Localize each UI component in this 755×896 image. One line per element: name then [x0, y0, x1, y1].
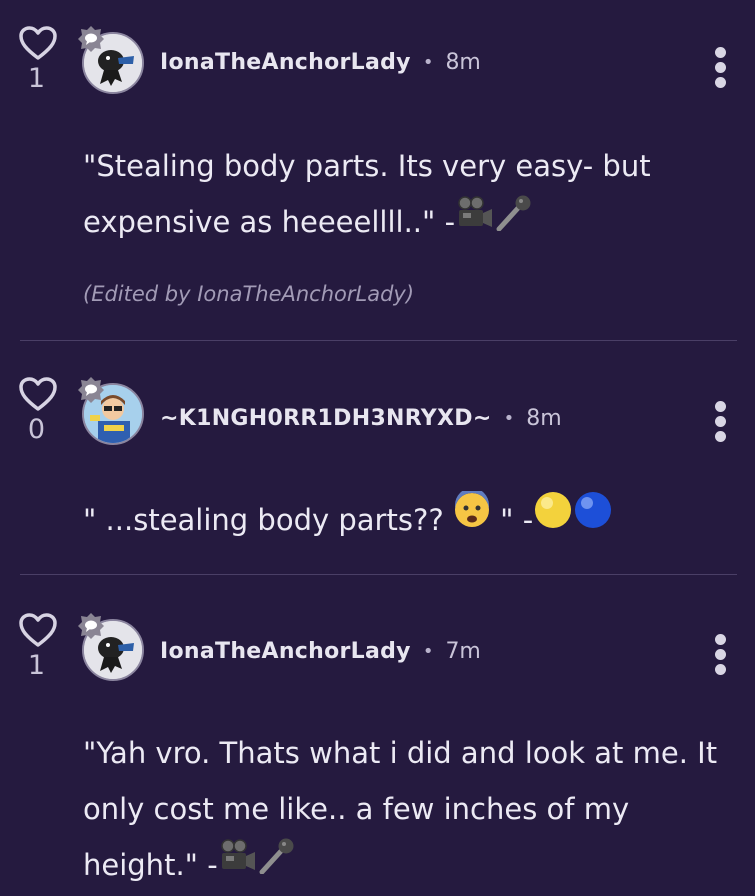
more-dot	[714, 62, 726, 73]
fearful-face-icon	[453, 488, 491, 547]
comment-body: "Stealing body parts. Its very easy- but…	[83, 138, 725, 250]
like-count: 1	[27, 63, 46, 94]
timestamp: 8m	[445, 50, 481, 75]
user-avatar[interactable]	[78, 613, 144, 681]
username[interactable]: IonaTheAnchorLady	[160, 639, 411, 664]
more-dot	[714, 431, 726, 442]
heart-icon[interactable]	[18, 376, 58, 412]
microphone-icon	[493, 193, 533, 249]
comment-body: " ...stealing body parts?? " -	[83, 488, 725, 548]
comment-header: IonaTheAnchorLady • 8m	[160, 50, 481, 75]
more-dot	[714, 77, 726, 88]
comment-text: " ...stealing body parts??	[83, 503, 453, 537]
vote-column: 1	[18, 25, 58, 94]
comment: 1 IonaTheAnchorLady • 7m "Yah vro. Thats	[0, 575, 755, 896]
timestamp: 7m	[445, 639, 481, 664]
comment-text: "Yah vro. Thats what i did and look at m…	[83, 736, 718, 882]
separator-dot: •	[422, 641, 434, 662]
vote-column: 0	[18, 376, 58, 445]
username[interactable]: ~K1NGH0RR1DH3NRYXD~	[160, 406, 492, 431]
edited-note: (Edited by IonaTheAnchorLady)	[83, 282, 415, 306]
separator-dot: •	[503, 408, 515, 429]
user-avatar[interactable]	[78, 377, 144, 445]
more-dot	[714, 416, 726, 427]
more-dot	[714, 634, 726, 645]
like-count: 1	[27, 650, 46, 681]
heart-icon[interactable]	[18, 25, 58, 61]
moderator-badge-icon	[78, 377, 104, 403]
more-options-button[interactable]	[713, 634, 727, 676]
vote-column: 1	[18, 612, 58, 681]
comment: 1 IonaTheAnchorLady • 8m "Stealing body …	[0, 0, 755, 341]
moderator-badge-icon	[78, 26, 104, 52]
moderator-badge-icon	[78, 613, 104, 639]
timestamp: 8m	[526, 406, 562, 431]
comment-header: ~K1NGH0RR1DH3NRYXD~ • 8m	[160, 406, 562, 431]
movie-camera-icon	[455, 193, 493, 249]
heart-icon[interactable]	[18, 612, 58, 648]
yellow-circle-icon	[533, 490, 573, 548]
movie-camera-icon	[218, 836, 256, 892]
comment-text-end: " -	[490, 503, 534, 537]
like-count: 0	[27, 414, 46, 445]
comment-header: IonaTheAnchorLady • 7m	[160, 639, 481, 664]
user-avatar[interactable]	[78, 26, 144, 94]
more-options-button[interactable]	[713, 401, 727, 443]
username[interactable]: IonaTheAnchorLady	[160, 50, 411, 75]
separator-dot: •	[422, 52, 434, 73]
comment-body: "Yah vro. Thats what i did and look at m…	[83, 725, 725, 893]
more-options-button[interactable]	[713, 47, 727, 89]
more-dot	[714, 47, 726, 58]
microphone-icon	[256, 836, 296, 892]
more-dot	[714, 664, 726, 675]
more-dot	[714, 401, 726, 412]
more-dot	[714, 649, 726, 660]
blue-circle-icon	[573, 490, 613, 548]
comment-text: "Stealing body parts. Its very easy- but…	[83, 149, 651, 239]
comment: 0 ~K1NGH0RR1DH3NRYXD~ • 8m " ...stealing…	[0, 341, 755, 575]
